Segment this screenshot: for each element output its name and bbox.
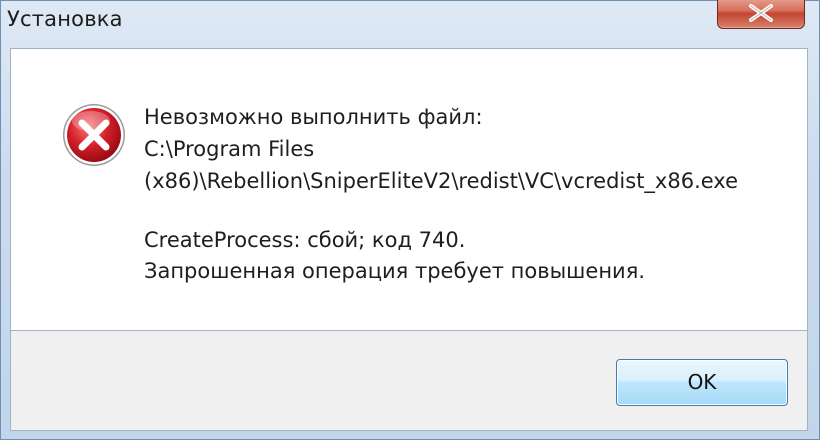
close-button[interactable] xyxy=(717,0,805,29)
elevation-required-line: Запрошенная операция требует повышения. xyxy=(144,259,646,283)
file-path-line-2: (x86)\Rebellion\SniperEliteV2\redist\VC\… xyxy=(144,169,739,193)
dialog-window: Установка Невозможно выполнить файл: C:\… xyxy=(0,0,820,440)
title-bar[interactable]: Установка xyxy=(1,0,820,43)
error-icon xyxy=(63,104,125,166)
error-message-line: Невозможно выполнить файл: xyxy=(144,105,483,129)
close-icon xyxy=(749,4,773,22)
window-title: Установка xyxy=(7,7,123,31)
error-code-line: CreateProcess: сбой; код 740. xyxy=(144,228,466,252)
file-path-line-1: C:\Program Files xyxy=(144,137,315,161)
ok-button[interactable]: OK xyxy=(616,359,788,406)
